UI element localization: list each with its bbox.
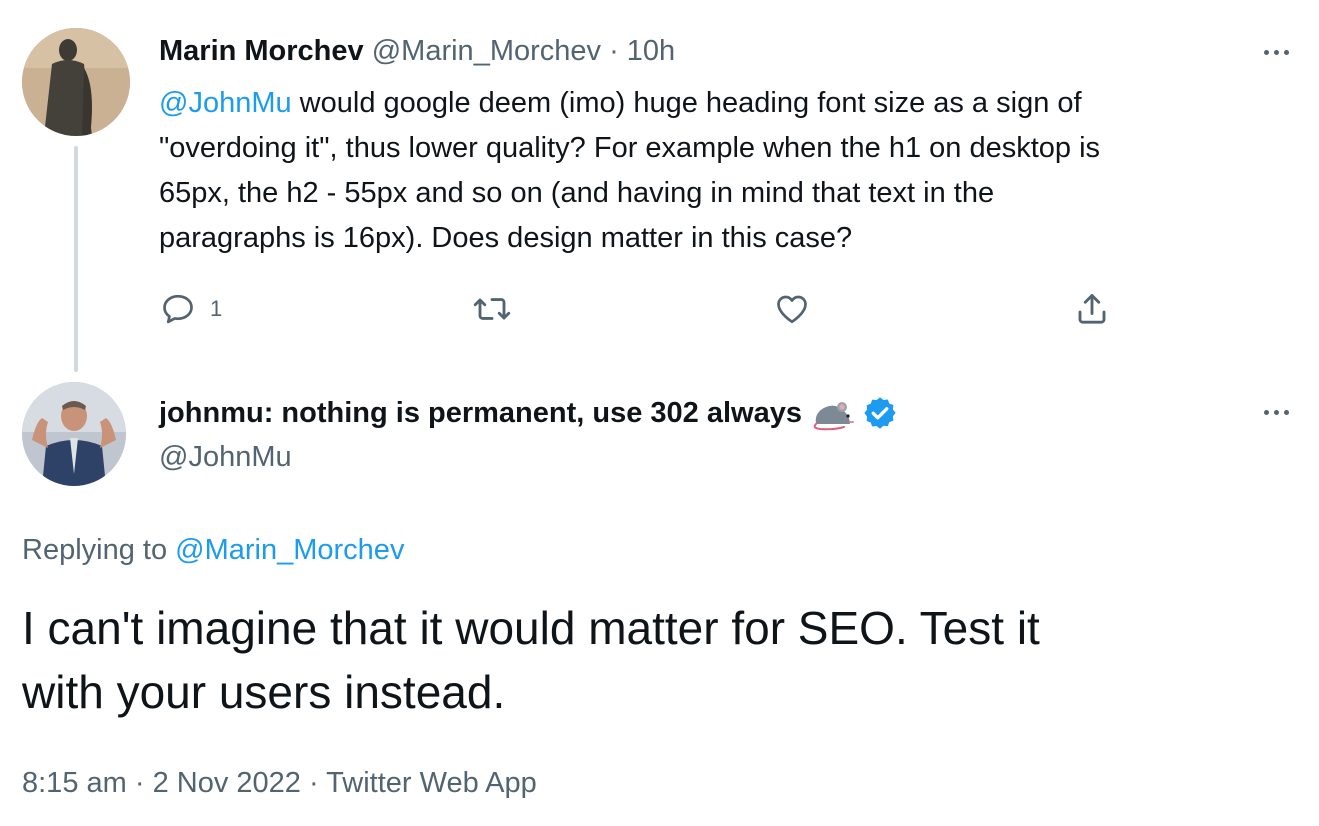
text-segment: "overdoing it", thus lower quality? For …: [159, 132, 1101, 164]
reply-count: 1: [210, 296, 223, 321]
retweet-button[interactable]: [472, 289, 512, 329]
parent-separator: ·: [601, 35, 627, 67]
like-button[interactable]: [774, 289, 810, 329]
parent-time[interactable]: 10h: [627, 35, 675, 67]
parent-tweet-header: Marin Morchev @Marin_Morchev · 10h: [159, 31, 675, 71]
reply-tweet-text: I can't imagine that it would matter for…: [22, 596, 1292, 724]
tweet-meta: 8:15 am · 2 Nov 2022 · Twitter Web App: [22, 763, 537, 803]
share-button[interactable]: [1074, 289, 1110, 329]
dot-icon: [1273, 409, 1279, 415]
reply-icon: [163, 294, 193, 324]
parent-text-line: "overdoing it", thus lower quality? For …: [159, 126, 1269, 171]
dot-icon: [1263, 409, 1269, 415]
thread-connector-line: [74, 146, 78, 372]
text-segment: would google deem (imo) huge heading fon…: [291, 87, 1082, 119]
reply-button[interactable]: 1: [160, 289, 222, 329]
reply-author-handle[interactable]: @JohnMu: [159, 437, 292, 477]
avatar-marin-morchev[interactable]: [22, 28, 130, 136]
dot-icon: [1273, 49, 1279, 55]
text-segment: 65px, the h2 - 55px and so on (and havin…: [159, 177, 995, 209]
replying-prefix: Replying to: [22, 534, 176, 566]
mention-link[interactable]: @JohnMu: [159, 87, 292, 119]
parent-text-line: paragraphs is 16px). Does design matter …: [159, 216, 1269, 261]
parent-text-line: @JohnMu would google deem (imo) huge hea…: [159, 81, 1269, 126]
rat-icon: [813, 402, 854, 431]
tweet-date[interactable]: 2 Nov 2022: [153, 767, 301, 799]
heart-icon: [777, 295, 807, 324]
reply-author-line: johnmu: nothing is permanent, use 302 al…: [159, 393, 898, 433]
reply-more-button[interactable]: [1256, 392, 1296, 432]
replying-to-link[interactable]: @Marin_Morchev: [175, 534, 404, 566]
tweet-time[interactable]: 8:15 am: [22, 767, 127, 799]
parent-more-button[interactable]: [1256, 32, 1296, 72]
retweet-icon: [473, 298, 511, 320]
replying-to-line: Replying to @Marin_Morchev: [22, 530, 404, 570]
avatar-image: [22, 382, 126, 486]
avatar-image: [22, 28, 130, 136]
meta-separator: ·: [300, 767, 327, 799]
parent-tweet-text: @JohnMu would google deem (imo) huge hea…: [159, 81, 1269, 261]
avatar-johnmu[interactable]: [22, 382, 126, 486]
dot-icon: [1283, 49, 1289, 55]
dot-icon: [1263, 49, 1269, 55]
reply-author-name[interactable]: johnmu: nothing is permanent, use 302 al…: [159, 393, 802, 433]
tweet-source[interactable]: Twitter Web App: [326, 767, 537, 799]
reply-text-line: I can't imagine that it would matter for…: [22, 602, 1040, 654]
parent-text-line: 65px, the h2 - 55px and so on (and havin…: [159, 171, 1269, 216]
text-segment: paragraphs is 16px). Does design matter …: [159, 222, 853, 254]
reply-text-line: with your users instead.: [22, 666, 506, 718]
meta-separator: ·: [126, 767, 153, 799]
verified-badge-icon[interactable]: [862, 395, 898, 431]
parent-author-handle[interactable]: @Marin_Morchev: [372, 35, 601, 67]
share-icon: [1078, 294, 1106, 324]
dot-icon: [1283, 409, 1289, 415]
parent-author-name[interactable]: Marin Morchev: [159, 35, 364, 67]
